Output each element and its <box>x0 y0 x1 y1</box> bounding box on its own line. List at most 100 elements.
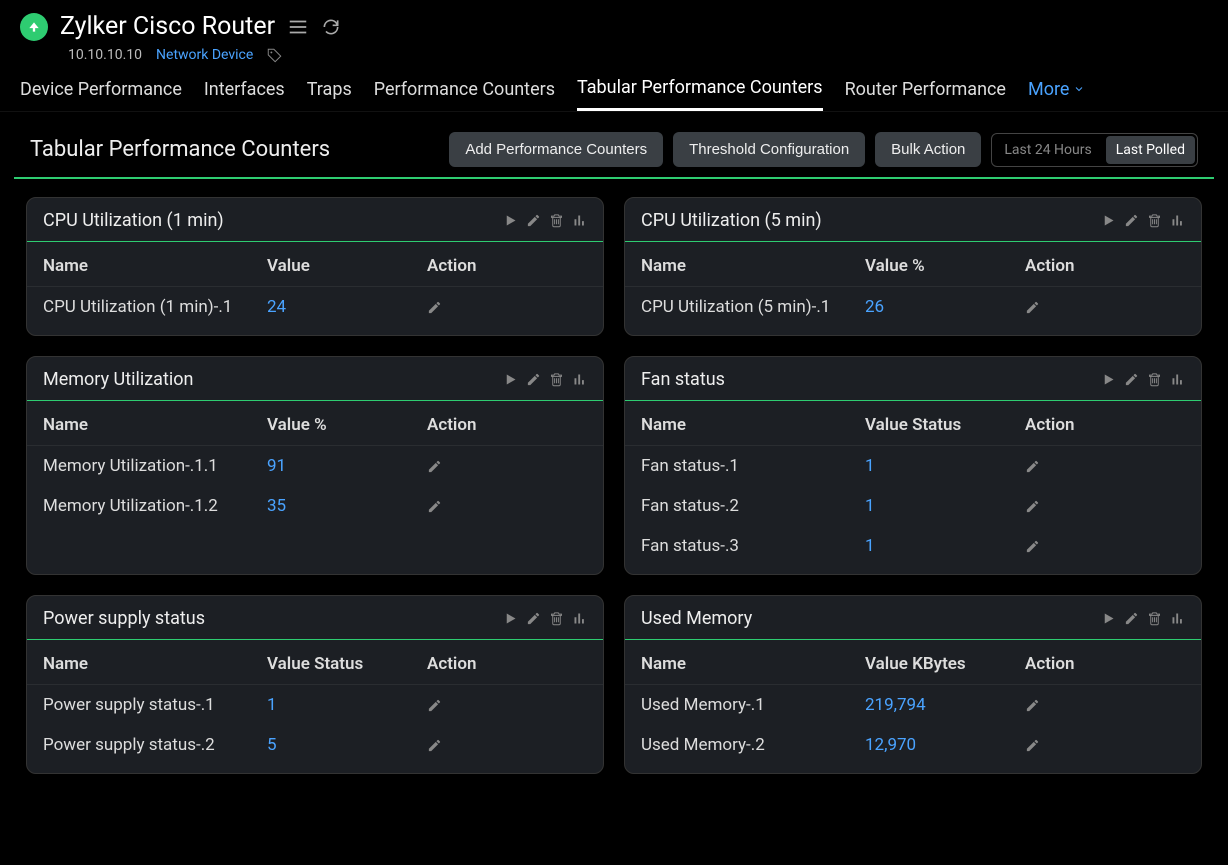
table-row: Fan status-.21 <box>625 486 1201 526</box>
time-option-last-polled[interactable]: Last Polled <box>1106 136 1195 164</box>
play-icon[interactable] <box>503 213 518 228</box>
tab-traps[interactable]: Traps <box>307 79 352 110</box>
chart-icon[interactable] <box>572 372 587 387</box>
row-edit-button[interactable] <box>427 499 587 514</box>
row-edit-button[interactable] <box>1025 539 1185 554</box>
row-value: 91 <box>267 456 427 476</box>
chart-icon[interactable] <box>1170 611 1185 626</box>
refresh-icon[interactable] <box>321 17 341 37</box>
device-type-link[interactable]: Network Device <box>156 47 253 63</box>
play-icon[interactable] <box>503 372 518 387</box>
card-title: Used Memory <box>641 608 752 629</box>
tab-router-performance[interactable]: Router Performance <box>845 79 1006 110</box>
counter-card: Memory UtilizationNameValue %ActionMemor… <box>26 356 604 575</box>
tab-more[interactable]: More <box>1028 79 1085 110</box>
delete-icon[interactable] <box>549 372 564 387</box>
add-performance-counters-button[interactable]: Add Performance Counters <box>449 132 663 167</box>
row-name: Power supply status-.1 <box>43 695 267 715</box>
row-name: Power supply status-.2 <box>43 735 267 755</box>
row-edit-button[interactable] <box>1025 499 1185 514</box>
ip-address: 10.10.10.10 <box>68 47 142 63</box>
row-edit-button[interactable] <box>427 698 587 713</box>
row-value: 1 <box>865 496 1025 516</box>
column-action-header: Action <box>427 415 587 435</box>
edit-icon[interactable] <box>1124 372 1139 387</box>
column-action-header: Action <box>427 256 587 276</box>
tab-tabular-performance-counters[interactable]: Tabular Performance Counters <box>577 77 823 111</box>
table-row: Used Memory-.1219,794 <box>625 685 1201 725</box>
chart-icon[interactable] <box>572 213 587 228</box>
threshold-configuration-button[interactable]: Threshold Configuration <box>673 132 865 167</box>
play-icon[interactable] <box>503 611 518 626</box>
time-range-toggle: Last 24 Hours Last Polled <box>991 133 1198 167</box>
time-option-last-24-hours[interactable]: Last 24 Hours <box>992 134 1103 166</box>
counter-card: CPU Utilization (5 min) NameValue %Action… <box>624 197 1202 336</box>
row-value: 1 <box>865 456 1025 476</box>
row-value: 24 <box>267 297 427 317</box>
row-value: 5 <box>267 735 427 755</box>
menu-icon[interactable] <box>287 16 309 38</box>
row-name: Memory Utilization-.1.1 <box>43 456 267 476</box>
row-edit-button[interactable] <box>427 300 587 315</box>
edit-icon[interactable] <box>526 611 541 626</box>
counter-card: Used MemoryNameValue KBytesActionUsed Me… <box>624 595 1202 774</box>
table-row: Power supply status-.11 <box>27 685 603 725</box>
play-icon[interactable] <box>1101 372 1116 387</box>
delete-icon[interactable] <box>1147 372 1162 387</box>
card-title: CPU Utilization (1 min) <box>43 210 224 231</box>
bulk-action-button[interactable]: Bulk Action <box>875 132 981 167</box>
tab-device-performance[interactable]: Device Performance <box>20 79 182 110</box>
tab-performance-counters[interactable]: Performance Counters <box>374 79 555 110</box>
row-value: 12,970 <box>865 735 1025 755</box>
column-action-header: Action <box>1025 256 1185 276</box>
row-edit-button[interactable] <box>1025 738 1185 753</box>
card-title: CPU Utilization (5 min) <box>641 210 822 231</box>
row-name: CPU Utilization (5 min)-.1 <box>641 297 865 317</box>
play-icon[interactable] <box>1101 213 1116 228</box>
page-title: Tabular Performance Counters <box>30 137 330 162</box>
edit-icon[interactable] <box>526 372 541 387</box>
counter-card: CPU Utilization (1 min)NameValueActionCP… <box>26 197 604 336</box>
delete-icon[interactable] <box>1147 213 1162 228</box>
edit-icon[interactable] <box>1124 213 1139 228</box>
nav-tabs: Device Performance Interfaces Traps Perf… <box>0 63 1228 112</box>
column-action-header: Action <box>1025 654 1185 674</box>
row-edit-button[interactable] <box>427 738 587 753</box>
table-row: CPU Utilization (1 min)-.124 <box>27 287 603 327</box>
row-edit-button[interactable] <box>1025 300 1185 315</box>
row-name: Memory Utilization-.1.2 <box>43 496 267 516</box>
device-title: Zylker Cisco Router <box>60 12 275 41</box>
column-action-header: Action <box>1025 415 1185 435</box>
edit-icon[interactable] <box>526 213 541 228</box>
chart-icon[interactable] <box>1170 372 1185 387</box>
chart-icon[interactable] <box>1170 213 1185 228</box>
tab-interfaces[interactable]: Interfaces <box>204 79 285 110</box>
play-icon[interactable] <box>1101 611 1116 626</box>
column-value-header: Value Status <box>865 415 1025 435</box>
column-name-header: Name <box>641 415 865 435</box>
tag-icon[interactable] <box>267 48 282 63</box>
row-name: Fan status-.3 <box>641 536 865 556</box>
table-row: Fan status-.11 <box>625 446 1201 486</box>
row-edit-button[interactable] <box>427 459 587 474</box>
row-name: Fan status-.2 <box>641 496 865 516</box>
row-value: 26 <box>865 297 1025 317</box>
row-edit-button[interactable] <box>1025 698 1185 713</box>
row-name: Fan status-.1 <box>641 456 865 476</box>
delete-icon[interactable] <box>1147 611 1162 626</box>
row-value: 1 <box>267 695 427 715</box>
chart-icon[interactable] <box>572 611 587 626</box>
counter-card: Fan status NameValue StatusAction Fan stat… <box>624 356 1202 575</box>
more-label: More <box>1028 79 1069 100</box>
column-name-header: Name <box>43 654 267 674</box>
row-edit-button[interactable] <box>1025 459 1185 474</box>
delete-icon[interactable] <box>549 611 564 626</box>
column-value-header: Value % <box>865 256 1025 276</box>
delete-icon[interactable] <box>549 213 564 228</box>
edit-icon[interactable] <box>1124 611 1139 626</box>
row-name: CPU Utilization (1 min)-.1 <box>43 297 267 317</box>
card-title: Fan status <box>641 369 725 390</box>
column-name-header: Name <box>641 256 865 276</box>
counter-card: Power supply statusNameValue StatusActio… <box>26 595 604 774</box>
column-name-header: Name <box>43 415 267 435</box>
